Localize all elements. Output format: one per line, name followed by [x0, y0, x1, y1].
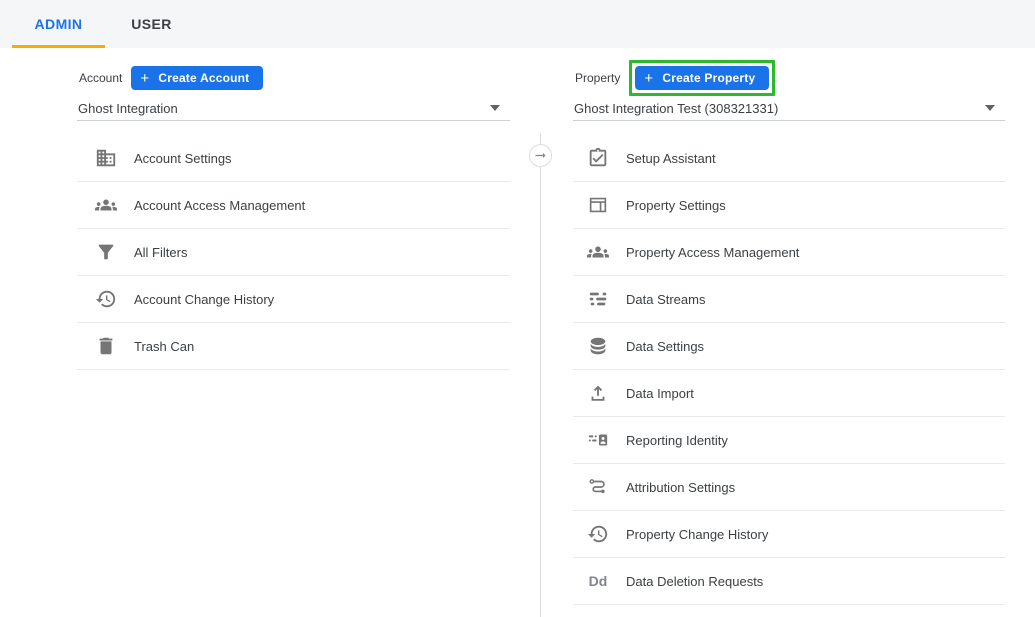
admin-user-tabbar: ADMIN USER: [0, 0, 1035, 48]
menu-item-label: All Filters: [134, 245, 187, 260]
menu-item-label: Property Change History: [626, 527, 768, 542]
menu-item-trash-can[interactable]: Trash Can: [77, 323, 510, 370]
history-icon: [94, 287, 118, 311]
menu-item-label: Account Access Management: [134, 198, 305, 213]
database-icon: [586, 334, 610, 358]
column-arrow-button[interactable]: [529, 144, 552, 167]
filter-icon: [94, 240, 118, 264]
tab-user[interactable]: USER: [105, 0, 198, 48]
create-account-button[interactable]: + Create Account: [131, 66, 263, 90]
create-property-button-label: Create Property: [662, 71, 755, 85]
menu-item-label: Property Settings: [626, 198, 726, 213]
property-selector-value: Ghost Integration Test (308321331): [573, 101, 778, 116]
menu-item-label: Data Streams: [626, 292, 705, 307]
property-column: Property + Create Property Ghost Integra…: [573, 60, 1005, 605]
arrow-right-icon: [533, 148, 548, 163]
menu-item-label: Data Deletion Requests: [626, 574, 763, 589]
tab-admin[interactable]: ADMIN: [12, 0, 105, 48]
menu-item-data-settings[interactable]: Data Settings: [573, 323, 1005, 370]
menu-item-setup-assistant[interactable]: Setup Assistant: [573, 135, 1005, 182]
menu-item-label: Attribution Settings: [626, 480, 735, 495]
data-streams-icon: [586, 287, 610, 311]
account-header: Account + Create Account: [77, 60, 510, 96]
property-settings-icon: [586, 193, 610, 217]
groups-icon: [586, 240, 610, 264]
create-account-button-label: Create Account: [158, 71, 249, 85]
reporting-identity-icon: [586, 428, 610, 452]
create-property-button[interactable]: + Create Property: [635, 66, 769, 90]
highlight-annotation: + Create Property: [629, 60, 775, 96]
active-tab-underline: [12, 45, 105, 48]
property-menu: Setup Assistant Property Settings Proper…: [573, 135, 1005, 605]
trash-icon: [94, 334, 118, 358]
menu-item-label: Account Settings: [134, 151, 232, 166]
property-header: Property + Create Property: [573, 60, 1005, 96]
menu-item-label: Account Change History: [134, 292, 274, 307]
building-icon: [94, 146, 118, 170]
menu-item-label: Reporting Identity: [626, 433, 728, 448]
dd-icon: Dd: [586, 569, 610, 593]
property-selector[interactable]: Ghost Integration Test (308321331): [573, 96, 1005, 121]
menu-item-data-streams[interactable]: Data Streams: [573, 276, 1005, 323]
account-menu: Account Settings Account Access Manageme…: [77, 135, 510, 370]
menu-item-property-change-history[interactable]: Property Change History: [573, 511, 1005, 558]
menu-item-label: Property Access Management: [626, 245, 799, 260]
menu-item-account-settings[interactable]: Account Settings: [77, 135, 510, 182]
menu-item-account-change-history[interactable]: Account Change History: [77, 276, 510, 323]
menu-item-property-access-management[interactable]: Property Access Management: [573, 229, 1005, 276]
upload-icon: [586, 381, 610, 405]
property-label: Property: [573, 71, 620, 85]
menu-item-attribution-settings[interactable]: Attribution Settings: [573, 464, 1005, 511]
menu-item-account-access-management[interactable]: Account Access Management: [77, 182, 510, 229]
account-column: Account + Create Account Ghost Integrati…: [77, 60, 510, 370]
menu-item-property-settings[interactable]: Property Settings: [573, 182, 1005, 229]
menu-item-label: Trash Can: [134, 339, 194, 354]
menu-item-data-deletion-requests[interactable]: Dd Data Deletion Requests: [573, 558, 1005, 605]
setup-assistant-icon: [586, 146, 610, 170]
menu-item-label: Data Settings: [626, 339, 704, 354]
plus-icon: +: [644, 71, 653, 86]
route-icon: [586, 475, 610, 499]
tab-admin-label: ADMIN: [35, 16, 83, 32]
account-label: Account: [77, 71, 122, 85]
tab-user-label: USER: [131, 16, 172, 32]
menu-item-reporting-identity[interactable]: Reporting Identity: [573, 417, 1005, 464]
account-selector[interactable]: Ghost Integration: [77, 96, 510, 121]
account-selector-value: Ghost Integration: [77, 101, 178, 116]
plus-icon: +: [140, 71, 149, 86]
menu-item-label: Setup Assistant: [626, 151, 716, 166]
dropdown-caret-icon: [985, 105, 995, 111]
dropdown-caret-icon: [490, 105, 500, 111]
menu-item-label: Data Import: [626, 386, 694, 401]
history-icon: [586, 522, 610, 546]
menu-item-all-filters[interactable]: All Filters: [77, 229, 510, 276]
groups-icon: [94, 193, 118, 217]
menu-item-data-import[interactable]: Data Import: [573, 370, 1005, 417]
column-divider: [540, 133, 541, 617]
